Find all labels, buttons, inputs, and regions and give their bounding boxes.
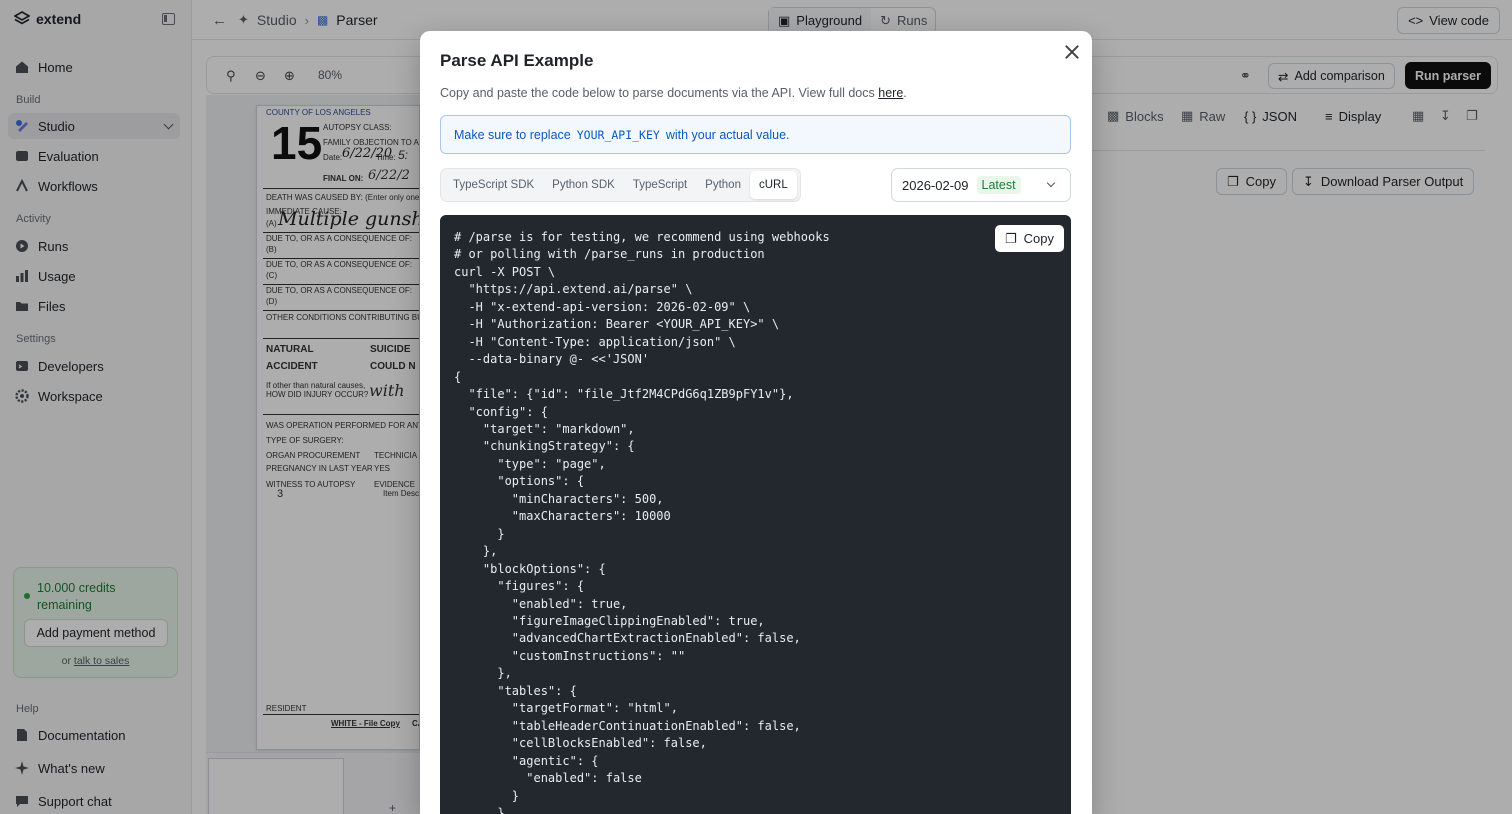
code-content[interactable]: # /parse is for testing, we recommend us… [454,229,830,814]
copy-icon: ❐ [1004,230,1017,246]
docs-link[interactable]: here [878,86,903,100]
tab-typescript-sdk[interactable]: TypeScript SDK [444,171,543,199]
note-prefix: Make sure to replace [454,127,571,142]
note-suffix: with your actual value. [665,127,790,142]
tab-curl[interactable]: cURL [749,171,797,199]
language-tabs: TypeScript SDK Python SDK TypeScript Pyt… [440,168,801,202]
code-block: # /parse is for testing, we recommend us… [440,215,1071,814]
tab-typescript[interactable]: TypeScript [624,171,696,199]
chevron-down-icon [1046,178,1056,188]
close-icon[interactable] [1062,42,1082,62]
copy-label: Copy [1023,231,1054,246]
api-key-note: Make sure to replace YOUR_API_KEY with y… [440,115,1071,154]
dialog-title: Parse API Example [440,51,594,70]
api-version-select[interactable]: 2026-02-09 Latest [891,168,1071,202]
copy-code-button[interactable]: ❐ Copy [995,225,1064,252]
tab-python[interactable]: Python [696,171,750,199]
latest-badge: Latest [976,176,1021,194]
parse-api-example-dialog: Parse API Example Copy and paste the cod… [420,31,1092,814]
version-value: 2026-02-09 [902,177,969,193]
description-text: Copy and paste the code below to parse d… [440,86,875,100]
tab-python-sdk[interactable]: Python SDK [543,171,624,199]
dialog-description: Copy and paste the code below to parse d… [440,86,907,100]
note-code: YOUR_API_KEY [576,127,660,142]
